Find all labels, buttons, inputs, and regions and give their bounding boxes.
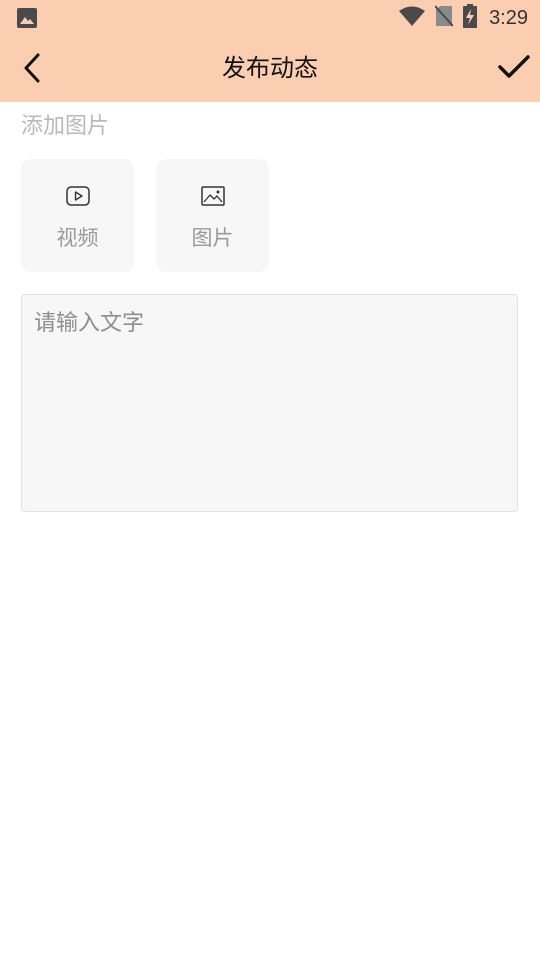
content-input[interactable]: [21, 294, 518, 512]
status-icons: 3:29: [399, 4, 528, 32]
add-video-button[interactable]: 视频: [21, 159, 134, 272]
header: 3:29 发布动态: [0, 0, 540, 102]
gallery-icon: [17, 8, 37, 28]
tile-label: 图片: [191, 226, 234, 250]
page-title: 发布动态: [222, 54, 318, 82]
status-time: 3:29: [489, 6, 528, 29]
image-icon: [200, 186, 225, 210]
wifi-icon: [399, 6, 426, 30]
app-bar: 发布动态: [0, 36, 540, 102]
video-play-icon: [65, 186, 90, 210]
status-bar: 3:29: [0, 0, 540, 36]
add-image-button[interactable]: 图片: [156, 159, 269, 272]
no-sim-icon: [434, 5, 454, 31]
battery-charging-icon: [463, 4, 478, 32]
section-label: 添加图片: [21, 114, 110, 139]
checkmark-icon: [498, 54, 530, 84]
tile-label: 视频: [56, 226, 99, 250]
confirm-button[interactable]: [494, 50, 534, 88]
